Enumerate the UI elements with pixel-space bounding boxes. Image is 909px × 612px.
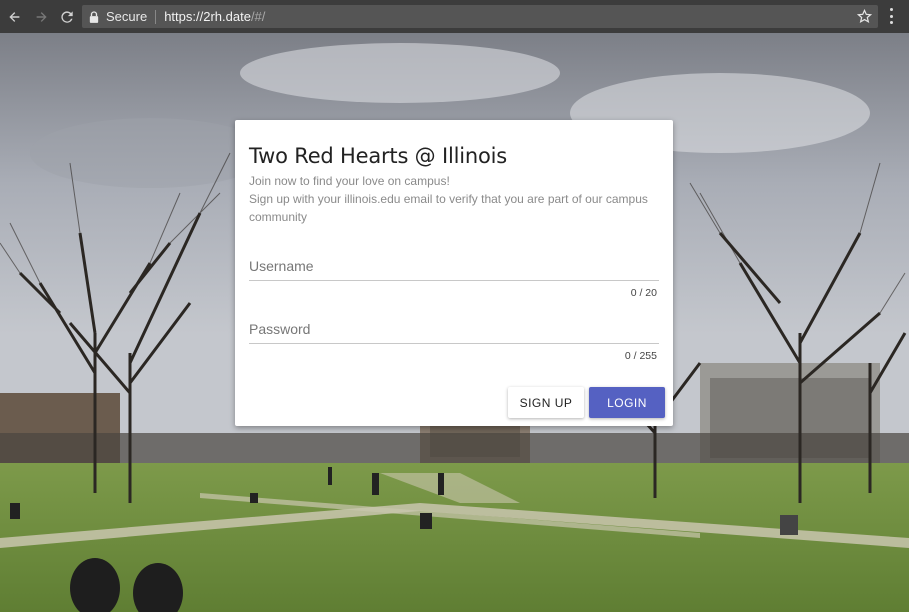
password-counter: 0 / 255 [624,350,657,362]
username-field[interactable]: Username 0 / 20 [249,258,659,299]
star-icon[interactable] [856,8,873,24]
signup-button[interactable]: SIGN UP [508,387,584,418]
password-field[interactable]: Password 0 / 255 [249,321,659,362]
lock-icon [88,10,100,24]
username-underline [249,280,659,281]
reload-icon[interactable] [56,6,78,28]
card-title: Two Red Hearts @ Illinois [249,144,507,168]
back-icon[interactable] [4,6,26,28]
url-fragment: /#/ [250,9,266,24]
forward-icon[interactable] [30,6,52,28]
username-input[interactable]: Username [249,258,659,278]
subtitle-line-1: Join now to find your love on campus! [249,174,450,188]
password-input[interactable]: Password [249,321,659,341]
address-bar[interactable]: Secure https://2rh.date/#/ [82,5,878,28]
address-separator [155,9,157,24]
subtitle-line-2: Sign up with your illinois.edu email to … [249,192,648,224]
card-subtitle: Join now to find your love on campus! Si… [249,172,649,226]
password-underline [249,343,659,344]
menu-icon[interactable] [888,8,894,24]
browser-toolbar: Secure https://2rh.date/#/ [0,0,909,33]
login-button[interactable]: LOGIN [589,387,665,418]
url-host: https://2rh.date [164,9,251,24]
secure-label: Secure [106,9,148,24]
signup-card: Two Red Hearts @ Illinois Join now to fi… [235,120,673,426]
username-counter: 0 / 20 [630,287,657,299]
